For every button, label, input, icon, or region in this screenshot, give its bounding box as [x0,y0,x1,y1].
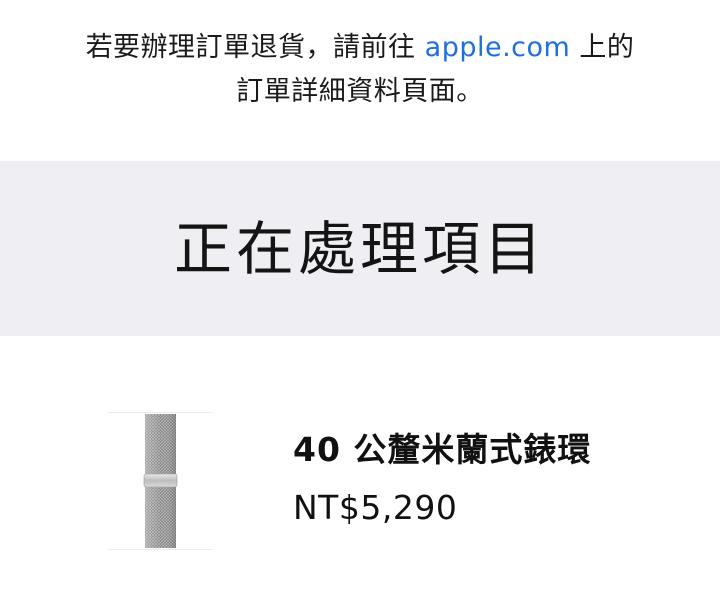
return-instructions-text-before: 若要辦理訂單退貨，請前往 [85,32,425,63]
return-instructions-line-2: 訂單詳細資料頁面。 [236,76,484,107]
return-instructions-text-after: 上的 [570,32,635,63]
order-item[interactable]: 40 公釐米蘭式錶環 NT$5,290 [0,336,720,608]
item-name: 40 公釐米蘭式錶環 [293,430,592,469]
section-header-band: 正在處理項目 [0,161,720,336]
thumbnail-top-edge [108,412,213,413]
item-price: NT$5,290 [293,488,458,527]
section-title: 正在處理項目 [173,215,546,283]
apple-com-link[interactable]: apple.com [425,32,571,63]
return-instructions: 若要辦理訂單退貨，請前往 apple.com 上的 訂單詳細資料頁面。 [0,26,720,114]
milanese-loop-band-icon [108,412,213,550]
thumbnail-bottom-edge [108,549,213,550]
return-instructions-line-1: 若要辦理訂單退貨，請前往 apple.com 上的 [0,26,720,70]
band-image [143,414,178,548]
order-return-page: 若要辦理訂單退貨，請前往 apple.com 上的 訂單詳細資料頁面。 正在處理… [0,0,720,608]
